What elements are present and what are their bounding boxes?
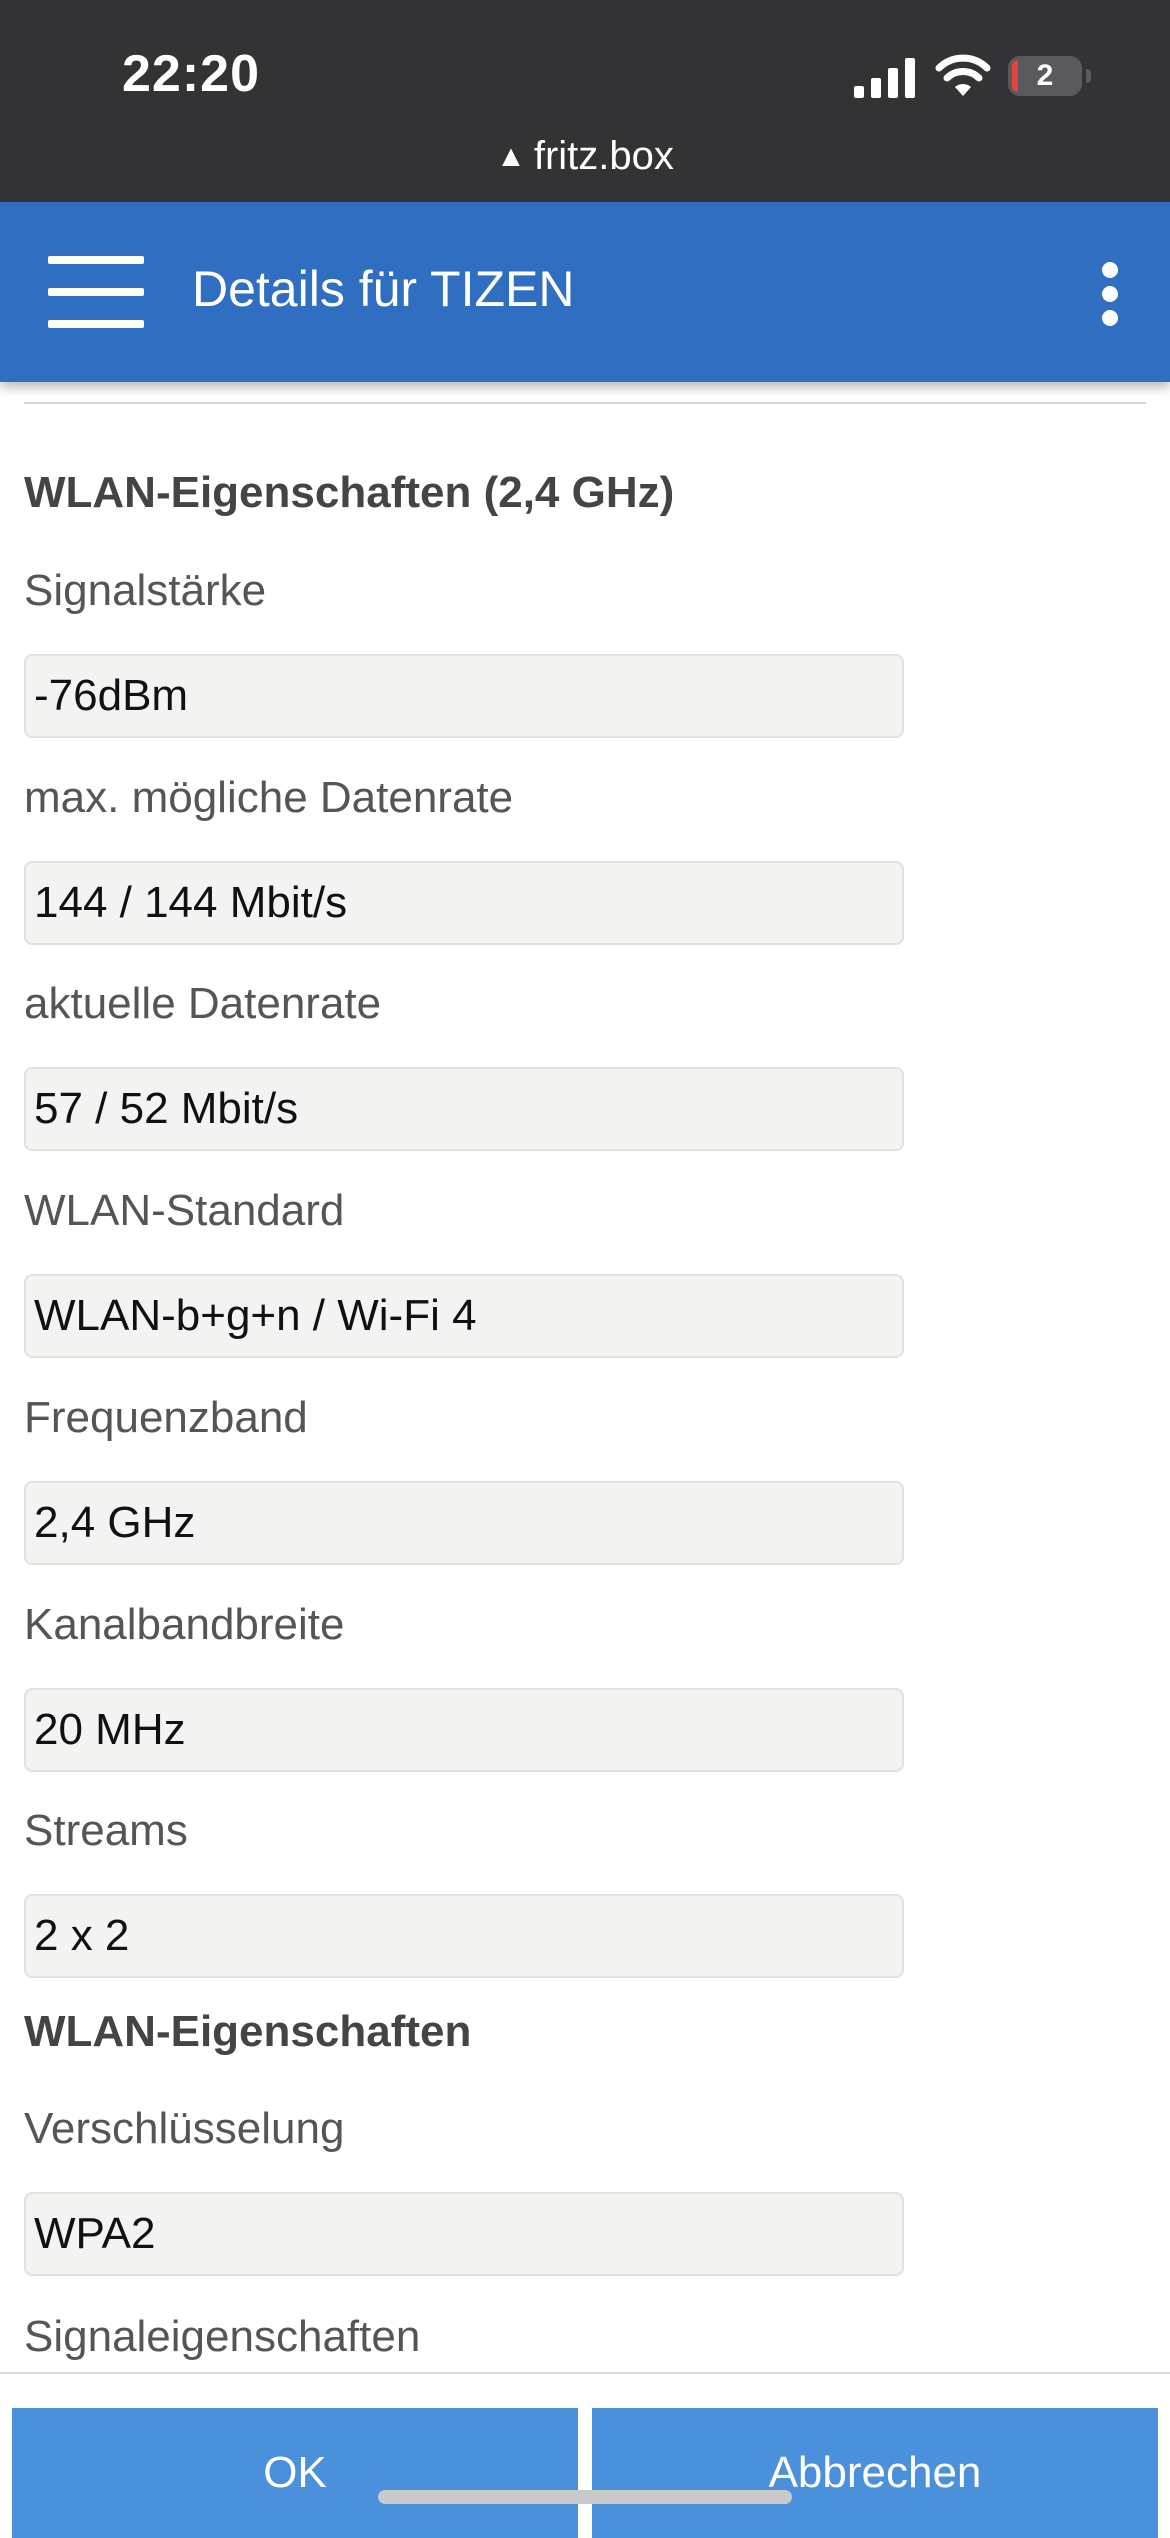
- section-title-wlan-24: WLAN-Eigenschaften (2,4 GHz): [24, 468, 675, 517]
- label-max-data-rate: max. mögliche Datenrate: [24, 773, 514, 822]
- cancel-button[interactable]: Abbrechen: [592, 2408, 1158, 2538]
- page-title: Details für TIZEN: [192, 261, 575, 317]
- dialog-footer: OK Abbrechen: [0, 2372, 1170, 2538]
- label-encryption: Verschlüsselung: [24, 2104, 345, 2153]
- value-wlan-standard: WLAN-b+g+n / Wi-Fi 4: [24, 1274, 904, 1358]
- value-max-data-rate: 144 / 144 Mbit/s: [24, 861, 904, 945]
- label-current-data-rate: aktuelle Datenrate: [24, 979, 382, 1028]
- label-streams: Streams: [24, 1806, 188, 1855]
- battery-icon: 2: [1008, 56, 1082, 96]
- label-channel-bandwidth: Kanalbandbreite: [24, 1600, 345, 1649]
- clock: 22:20: [122, 45, 260, 103]
- value-frequency-band: 2,4 GHz: [24, 1481, 904, 1565]
- url-text: fritz.box: [533, 134, 674, 178]
- label-signal-properties: Signaleigenschaften: [24, 2312, 421, 2361]
- battery-tip: [1086, 69, 1091, 83]
- url-bar[interactable]: ▲ fritz.box: [0, 134, 1170, 179]
- wifi-icon: [935, 54, 991, 96]
- cellular-signal-icon: [854, 58, 915, 98]
- warning-triangle-icon: ▲: [496, 140, 526, 173]
- value-encryption: WPA2: [24, 2192, 904, 2276]
- home-indicator[interactable]: [378, 2490, 792, 2504]
- battery-level: 2: [1036, 59, 1054, 92]
- label-signal-strength: Signalstärke: [24, 566, 267, 615]
- value-current-data-rate: 57 / 52 Mbit/s: [24, 1067, 904, 1151]
- ok-button[interactable]: OK: [12, 2408, 578, 2538]
- app-header: Details für TIZEN: [0, 202, 1170, 382]
- label-frequency-band: Frequenzband: [24, 1393, 308, 1442]
- more-vertical-icon[interactable]: [1096, 262, 1124, 326]
- value-signal-strength: -76dBm: [24, 654, 904, 738]
- value-streams: 2 x 2: [24, 1894, 904, 1978]
- divider: [24, 402, 1146, 404]
- label-wlan-standard: WLAN-Standard: [24, 1186, 345, 1235]
- section-title-wlan: WLAN-Eigenschaften: [24, 2007, 472, 2056]
- value-channel-bandwidth: 20 MHz: [24, 1688, 904, 1772]
- status-bar: 22:20 2 ▲ fritz.box: [0, 0, 1170, 202]
- hamburger-icon[interactable]: [48, 256, 144, 328]
